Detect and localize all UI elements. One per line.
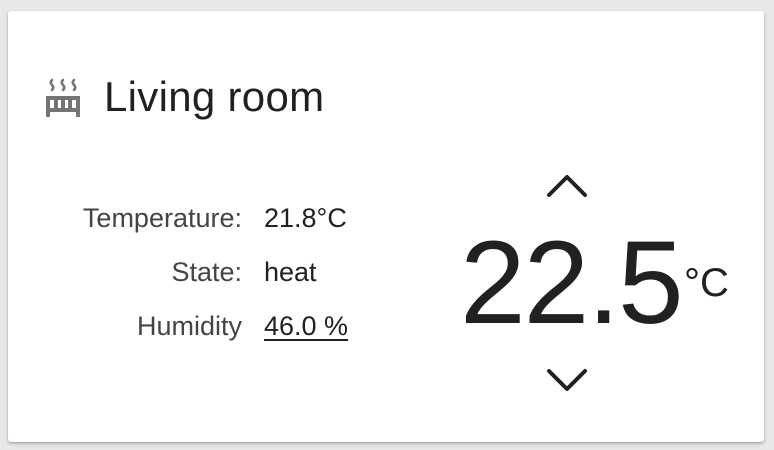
temperature-value: 21.8°C bbox=[264, 203, 347, 233]
target-temperature-value: 22.5 bbox=[460, 217, 684, 349]
humidity-label: Humidity bbox=[136, 311, 242, 341]
attribute-row-humidity: Humidity 46.0 % bbox=[48, 311, 388, 365]
radiator-icon bbox=[42, 76, 84, 118]
attributes-list: Temperature: 21.8°C State: heat Humidity… bbox=[48, 203, 388, 365]
attribute-row-temperature: Temperature: 21.8°C bbox=[48, 203, 388, 257]
setpoint-control: 22.5 °C bbox=[456, 161, 746, 411]
increase-temperature-button[interactable] bbox=[542, 167, 592, 207]
temperature-label: Temperature: bbox=[82, 203, 242, 233]
chevron-down-icon bbox=[545, 367, 589, 400]
card-header: Living room bbox=[42, 67, 324, 127]
state-label: State: bbox=[171, 257, 242, 287]
thermostat-card: Living room Temperature: 21.8°C State: h… bbox=[8, 11, 764, 442]
humidity-value-link[interactable]: 46.0 % bbox=[264, 311, 348, 342]
target-temperature-unit: °C bbox=[684, 261, 729, 305]
card-title: Living room bbox=[104, 73, 325, 120]
attribute-row-state: State: heat bbox=[48, 257, 388, 311]
chevron-up-icon bbox=[545, 171, 589, 204]
decrease-temperature-button[interactable] bbox=[542, 363, 592, 403]
state-value: heat bbox=[264, 257, 317, 287]
